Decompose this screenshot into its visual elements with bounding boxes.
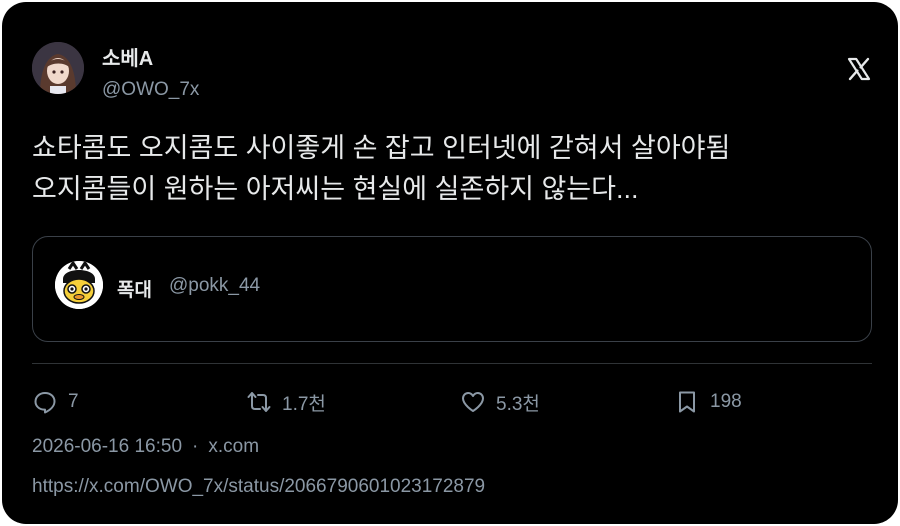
meta-separator: ·: [192, 436, 199, 457]
tweet-line: 오지콤들이 원하는 아저씨는 현실에 실존하지 않는다...: [32, 174, 639, 204]
reply-count: 7: [68, 391, 79, 412]
timestamp[interactable]: 2026-06-16 16:50: [32, 436, 182, 457]
tweet-url[interactable]: https://x.com/OWO_7x/status/206679060102…: [32, 476, 485, 498]
like-button[interactable]: 5.3천: [460, 388, 540, 416]
source-link[interactable]: x.com: [208, 436, 259, 457]
author-handle[interactable]: @OWO_7x: [102, 79, 199, 101]
author-display-name[interactable]: 소베A: [102, 42, 153, 71]
repost-icon: [247, 392, 271, 412]
quoted-handle[interactable]: @pokk_44: [169, 275, 260, 297]
quoted-tweet[interactable]: 폭대 @pokk_44: [32, 236, 872, 342]
tweet-meta: 2026-06-16 16:50 · x.com: [32, 436, 259, 458]
like-count: 5.3천: [496, 393, 540, 415]
heart-icon: [462, 392, 484, 412]
tweet-line: 쇼타콤도 오지콤도 사이좋게 손 잡고 인터넷에 갇혀서 살아야됨: [32, 133, 731, 163]
reply-button[interactable]: 7: [32, 388, 79, 416]
bookmark-count: 198: [710, 391, 742, 412]
quoted-author-avatar[interactable]: [55, 261, 103, 309]
tweet-card: 소베A @OWO_7x 쇼타콤도 오지콤도 사이좋게 손 잡고 인터넷에 갇혀서…: [2, 2, 898, 524]
reply-icon: [34, 392, 56, 414]
divider: [32, 363, 872, 364]
tweet-body: 쇼타콤도 오지콤도 사이좋게 손 잡고 인터넷에 갇혀서 살아야됨 오지콤들이 …: [32, 128, 872, 210]
repost-button[interactable]: 1.7천: [246, 388, 326, 416]
x-logo-icon[interactable]: [847, 57, 871, 81]
repost-count: 1.7천: [282, 393, 326, 415]
bookmark-button[interactable]: 198: [674, 388, 742, 416]
author-avatar[interactable]: [32, 42, 84, 94]
bookmark-icon: [679, 391, 695, 413]
quoted-display-name[interactable]: 폭대: [117, 275, 152, 302]
